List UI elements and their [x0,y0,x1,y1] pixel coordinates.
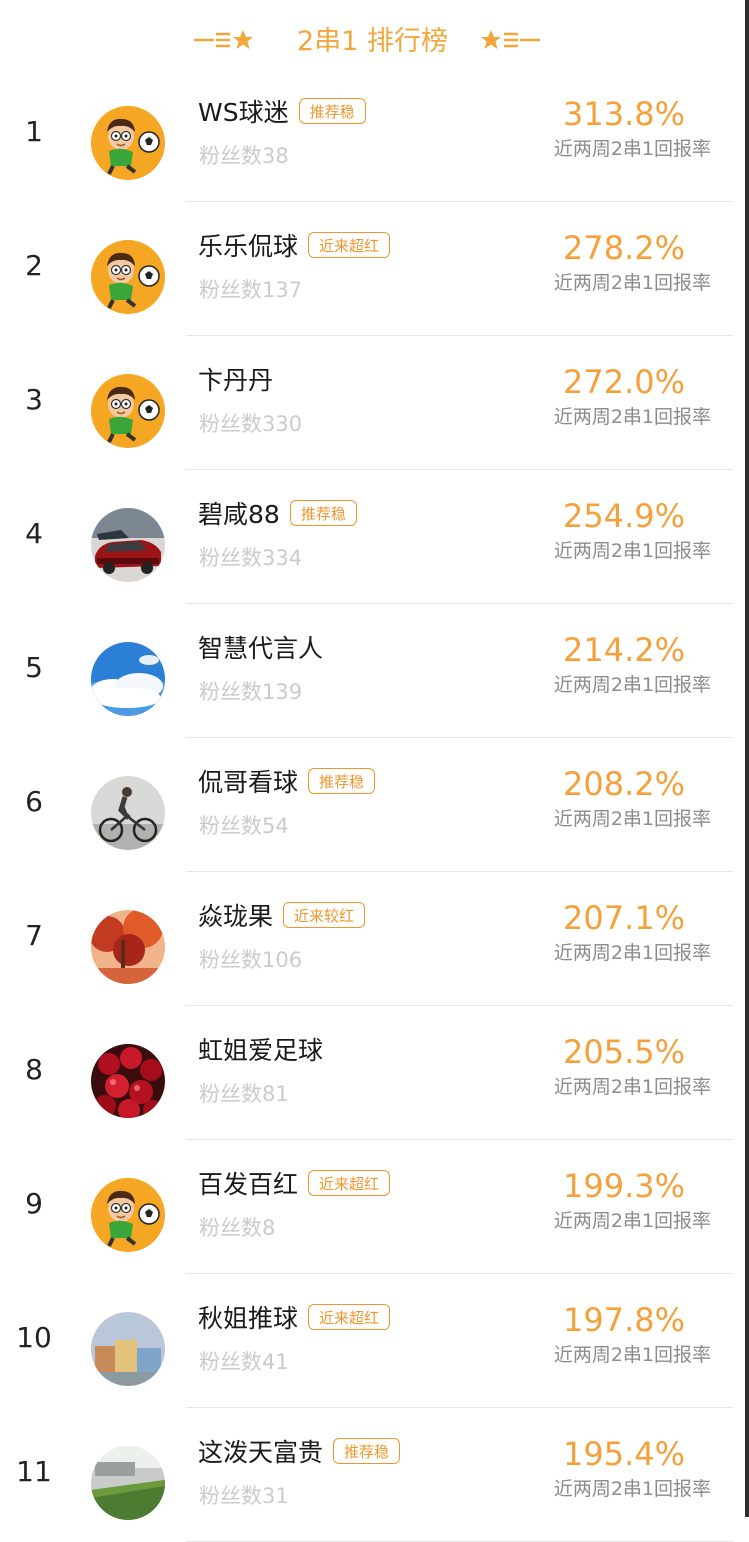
fan-count: 粉丝数137 [199,278,303,302]
return-rate-label: 近两周2串1回报率 [553,942,711,964]
return-rate-label: 近两周2串1回报率 [553,272,711,294]
user-name[interactable]: 焱珑果 [198,897,273,933]
ranking-row[interactable]: 6 侃哥看球 推荐稳 粉丝数54 208.2% 近两周2串1回报率 [0,738,745,872]
cartoon-soccer-avatar[interactable] [91,106,165,180]
return-rate: 207.1% [562,899,685,937]
name-line: 秋姐推球 近来超红 [198,1296,391,1338]
rank-number: 10 [16,1321,52,1354]
rank-number: 3 [25,383,43,416]
rank-number: 4 [25,517,43,550]
return-rate: 195.4% [562,1435,685,1473]
cartoon-soccer-avatar[interactable] [91,1178,165,1252]
user-name[interactable]: WS球迷 [198,93,289,129]
status-badge: 推荐稳 [333,1438,401,1464]
rank-number: 9 [25,1187,43,1220]
name-line: 百发百红 近来超红 [198,1162,391,1204]
return-rate: 197.8% [562,1301,685,1339]
fan-count: 粉丝数54 [199,814,289,838]
fan-count: 粉丝数8 [199,1216,276,1240]
status-badge: 推荐稳 [289,500,357,526]
rank-number: 2 [25,249,43,282]
star-lines-right-icon [481,30,540,49]
rank-number: 1 [25,115,43,148]
name-line: WS球迷 推荐稳 [198,90,366,132]
rank-number: 11 [16,1455,52,1488]
user-name[interactable]: 碧咸88 [198,495,280,531]
status-badge: 推荐稳 [308,768,376,794]
user-name[interactable]: 侃哥看球 [198,763,298,799]
return-rate-label: 近两周2串1回报率 [553,1210,711,1232]
name-line: 这泼天富贵 推荐稳 [198,1430,401,1472]
return-rate-label: 近两周2串1回报率 [553,406,711,428]
autumn-trees-avatar[interactable] [91,910,165,984]
return-rate: 199.3% [562,1167,685,1205]
fan-count: 粉丝数38 [199,144,289,168]
return-rate-label: 近两周2串1回报率 [553,540,711,562]
status-badge: 推荐稳 [298,98,366,124]
name-line: 碧咸88 推荐稳 [198,492,357,534]
ranking-row[interactable]: 1 WS球迷 推荐稳 粉丝数38 313.8% 近两周2串1回报率 [0,68,745,202]
name-line: 侃哥看球 推荐稳 [198,760,376,802]
ranking-row[interactable]: 3 卞丹丹 粉丝数330 272.0% 近两周2串1回报率 [0,336,745,470]
ranking-row[interactable]: 9 百发百红 近来超红 粉丝数8 199.3% 近两周2串1回报率 [0,1140,745,1274]
return-rate-label: 近两周2串1回报率 [553,1478,711,1500]
return-rate: 278.2% [562,229,685,267]
user-name[interactable]: 百发百红 [198,1165,298,1201]
fan-count: 粉丝数41 [199,1350,289,1374]
fan-count: 粉丝数139 [199,680,303,704]
name-line: 虹姐爱足球 [198,1028,323,1070]
return-rate-label: 近两周2串1回报率 [553,1076,711,1098]
return-rate-label: 近两周2串1回报率 [553,674,711,696]
return-rate-label: 近两周2串1回报率 [553,138,711,160]
red-car-avatar[interactable] [91,508,165,582]
return-rate-label: 近两周2串1回报率 [553,808,711,830]
name-line: 焱珑果 近来较红 [198,894,366,936]
return-rate: 214.2% [562,631,685,669]
status-badge: 近来超红 [308,1170,391,1196]
status-badge: 近来超红 [308,232,391,258]
cartoon-soccer-avatar[interactable] [91,240,165,314]
user-name[interactable]: 卞丹丹 [198,361,273,397]
ranking-row[interactable]: 7 焱珑果 近来较红 粉丝数106 207.1% 近两周2串1回报率 [0,872,745,1006]
return-rate: 313.8% [562,95,685,133]
return-rate: 208.2% [562,765,685,803]
return-rate: 254.9% [562,497,685,535]
scrollbar-edge [745,0,749,1517]
cartoon-soccer-avatar[interactable] [91,374,165,448]
ranking-row[interactable]: 2 乐乐侃球 近来超红 粉丝数137 278.2% 近两周2串1回报率 [0,202,745,336]
rank-number: 8 [25,1053,43,1086]
ranking-row[interactable]: 5 智慧代言人 粉丝数139 214.2% 近两周2串1回报率 [0,604,745,738]
rank-number: 6 [25,785,43,818]
cherries-avatar[interactable] [91,1044,165,1118]
page-title: 2串1 排行榜 [297,26,448,57]
fan-count: 粉丝数81 [199,1082,289,1106]
fan-count: 粉丝数31 [199,1484,289,1508]
status-badge: 近来较红 [283,902,366,928]
user-name[interactable]: 智慧代言人 [198,629,323,665]
user-name[interactable]: 乐乐侃球 [198,227,298,263]
ranking-row[interactable]: 11 这泼天富贵 推荐稳 粉丝数31 195.4% 近两周2串1回报率 [0,1408,745,1542]
user-name[interactable]: 虹姐爱足球 [198,1031,323,1067]
buildings-avatar[interactable] [91,1312,165,1386]
name-line: 智慧代言人 [198,626,323,668]
fan-count: 粉丝数106 [199,948,303,972]
name-line: 乐乐侃球 近来超红 [198,224,391,266]
return-rate: 272.0% [562,363,685,401]
sky-clouds-avatar[interactable] [91,642,165,716]
name-line: 卞丹丹 [198,358,273,400]
rank-number: 5 [25,651,43,684]
cyclist-avatar[interactable] [91,776,165,850]
rank-number: 7 [25,919,43,952]
fan-count: 粉丝数330 [199,412,303,436]
return-rate: 205.5% [562,1033,685,1071]
ranking-row[interactable]: 8 虹姐爱足球 粉丝数81 205.5% 近两周2串1回报率 [0,1006,745,1140]
status-badge: 近来超红 [308,1304,391,1330]
ranking-row[interactable]: 4 碧咸88 推荐稳 粉丝数334 254.9% 近两周2串1回报率 [0,470,745,604]
fan-count: 粉丝数334 [199,546,303,570]
user-name[interactable]: 秋姐推球 [198,1299,298,1335]
return-rate-label: 近两周2串1回报率 [553,1344,711,1366]
user-name[interactable]: 这泼天富贵 [198,1433,323,1469]
grass-street-avatar[interactable] [91,1446,165,1520]
ranking-row[interactable]: 10 秋姐推球 近来超红 粉丝数41 197.8% 近两周2串1回报率 [0,1274,745,1408]
